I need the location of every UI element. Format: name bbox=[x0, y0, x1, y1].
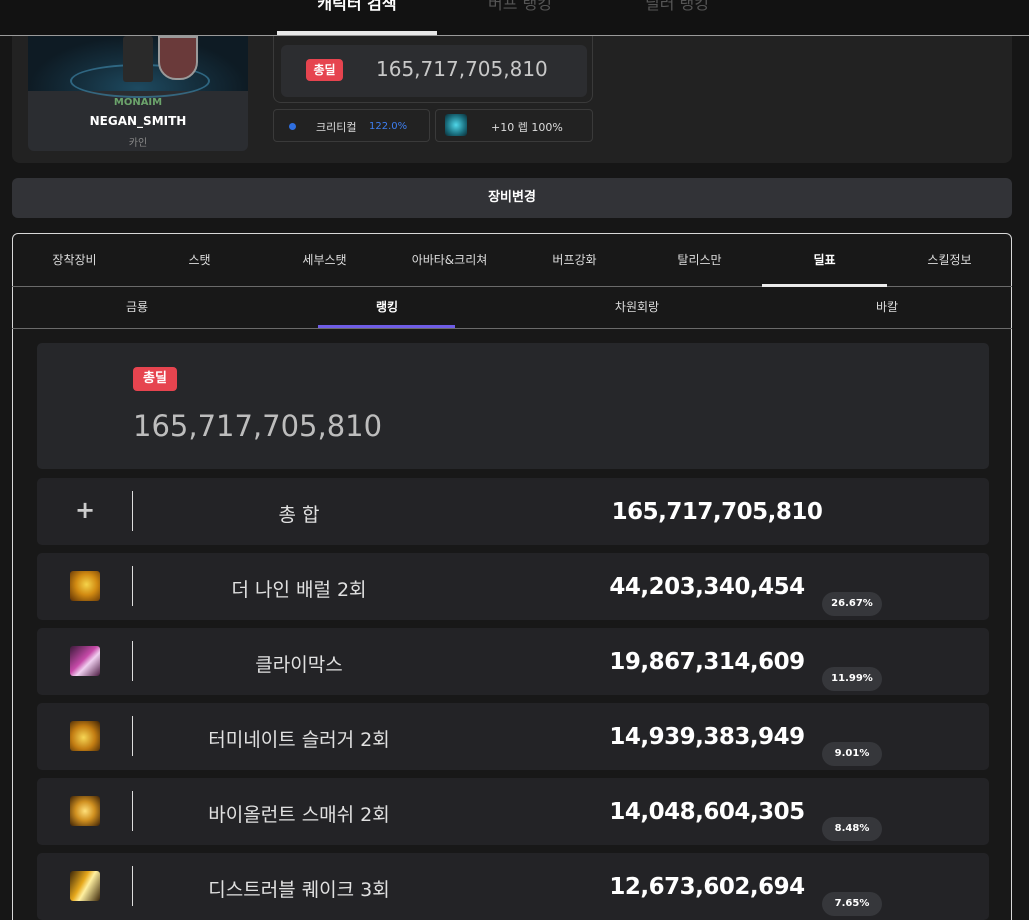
skill-row: 클라이막스 19,867,314,609 11.99% bbox=[37, 628, 989, 695]
damage-summary: 총딜 165,717,705,810 bbox=[37, 343, 989, 469]
skill-damage: 14,048,604,305 bbox=[609, 799, 805, 825]
tab-equipment[interactable]: 장착장비 bbox=[12, 233, 137, 287]
equip-change-button[interactable]: 장비변경 bbox=[12, 178, 1012, 218]
skill-row: 터미네이트 슬러거 2회 14,939,383,949 9.01% bbox=[37, 703, 989, 770]
tab-skill-info[interactable]: 스킬정보 bbox=[887, 233, 1012, 287]
subtab-active-underline bbox=[318, 325, 455, 328]
character-weapon bbox=[158, 36, 198, 80]
tab-detail-stats[interactable]: 세부스탯 bbox=[262, 233, 387, 287]
crit-value: 122.0% bbox=[369, 121, 408, 132]
subtab-golden-dragon-label: 금룡 bbox=[125, 300, 149, 314]
subtab-dimension-corridor-label: 차원회랑 bbox=[614, 300, 660, 314]
total-row-name: 총 합 bbox=[278, 504, 320, 526]
skill-name: 터미네이트 슬러거 2회 bbox=[208, 729, 390, 751]
subtab-ranking[interactable]: 랭킹 bbox=[262, 287, 512, 329]
climax-icon bbox=[70, 646, 100, 676]
nav-tab-dealer-ranking[interactable]: 딜러 랭킹 bbox=[597, 0, 757, 24]
violent-smash-icon bbox=[70, 796, 100, 826]
tab-talisman[interactable]: 탈리스만 bbox=[637, 233, 762, 287]
character-guild: MONAIM bbox=[113, 97, 163, 108]
total-damage-badge: 총딜 bbox=[306, 59, 343, 81]
skill-name: 디스트러블 퀘이크 3회 bbox=[208, 879, 390, 901]
row-separator bbox=[132, 866, 133, 906]
row-separator bbox=[132, 641, 133, 681]
level-icon bbox=[445, 114, 467, 136]
subtab-bakal[interactable]: 바칼 bbox=[762, 287, 1012, 329]
subtab-bakal-label: 바칼 bbox=[875, 300, 899, 314]
character-figure bbox=[123, 36, 153, 82]
row-separator bbox=[132, 566, 133, 606]
row-separator bbox=[132, 491, 133, 531]
character-job: 카인 bbox=[128, 138, 148, 149]
crit-stat-box: 크리티컬 122.0% bbox=[273, 109, 430, 142]
skill-damage: 44,203,340,454 bbox=[609, 574, 805, 600]
row-separator bbox=[132, 716, 133, 756]
sub-tabs: 금룡 랭킹 차원회랑 바칼 bbox=[12, 287, 1012, 329]
skill-percent-badge: 26.67% bbox=[822, 592, 882, 616]
level-label: +10 렙 100% bbox=[491, 121, 563, 134]
skill-damage: 12,673,602,694 bbox=[609, 874, 805, 900]
row-separator bbox=[132, 791, 133, 831]
nav-active-underline bbox=[277, 31, 437, 35]
summary-badge: 총딜 bbox=[133, 367, 177, 391]
crit-label: 크리티컬 bbox=[316, 121, 357, 134]
skill-row: 더 나인 배럴 2회 44,203,340,454 26.67% bbox=[37, 553, 989, 620]
terminate-slugger-icon bbox=[70, 721, 100, 751]
skill-percent-badge: 7.65% bbox=[822, 892, 882, 916]
tab-avatar-creature[interactable]: 아바타&크리쳐 bbox=[387, 233, 512, 287]
total-row: + 총 합 165,717,705,810 bbox=[37, 478, 989, 545]
subtab-dimension-corridor[interactable]: 차원회랑 bbox=[512, 287, 762, 329]
plus-icon[interactable]: + bbox=[75, 496, 95, 524]
skill-name: 바이올런트 스매쉬 2회 bbox=[208, 804, 390, 826]
tab-damage-table[interactable]: 딜표 bbox=[762, 233, 887, 287]
character-card[interactable]: MONAIM NEGAN_SMITH 카인 bbox=[28, 36, 248, 151]
crit-dot-icon bbox=[289, 123, 296, 130]
nav-tab-character-search[interactable]: 캐릭터 검색 bbox=[277, 0, 437, 24]
total-row-damage: 165,717,705,810 bbox=[611, 499, 823, 525]
top-navigation: 캐릭터 검색 버프 랭킹 딜러 랭킹 bbox=[0, 0, 1029, 36]
skill-row: 바이올런트 스매쉬 2회 14,048,604,305 8.48% bbox=[37, 778, 989, 845]
character-name: NEGAN_SMITH bbox=[89, 114, 187, 128]
skill-percent-badge: 11.99% bbox=[822, 667, 882, 691]
skill-row: 디스트러블 퀘이크 3회 12,673,602,694 7.65% bbox=[37, 853, 989, 920]
nine-barrel-icon bbox=[70, 571, 100, 601]
level-stat-box: +10 렙 100% bbox=[435, 109, 593, 142]
subtab-golden-dragon[interactable]: 금룡 bbox=[12, 287, 262, 329]
main-tabs: 장착장비 스탯 세부스탯 아바타&크리쳐 버프강화 탈리스만 딜표 스킬정보 bbox=[12, 233, 1012, 287]
tab-stats[interactable]: 스탯 bbox=[137, 233, 262, 287]
skill-name: 클라이막스 bbox=[255, 654, 343, 676]
nav-tab-buff-ranking[interactable]: 버프 랭킹 bbox=[440, 0, 600, 24]
total-damage-value: 165,717,705,810 bbox=[376, 57, 548, 81]
disturbable-quake-icon bbox=[70, 871, 100, 901]
skill-percent-badge: 9.01% bbox=[822, 742, 882, 766]
skill-damage: 14,939,383,949 bbox=[609, 724, 805, 750]
skill-name: 더 나인 배럴 2회 bbox=[231, 579, 367, 601]
skill-damage: 19,867,314,609 bbox=[609, 649, 805, 675]
character-image bbox=[28, 36, 248, 98]
tab-buff-enhance[interactable]: 버프강화 bbox=[512, 233, 637, 287]
subtab-ranking-label: 랭킹 bbox=[375, 300, 399, 314]
summary-value: 165,717,705,810 bbox=[133, 409, 383, 443]
total-damage-box: 총딜 165,717,705,810 bbox=[281, 45, 587, 97]
skill-percent-badge: 8.48% bbox=[822, 817, 882, 841]
